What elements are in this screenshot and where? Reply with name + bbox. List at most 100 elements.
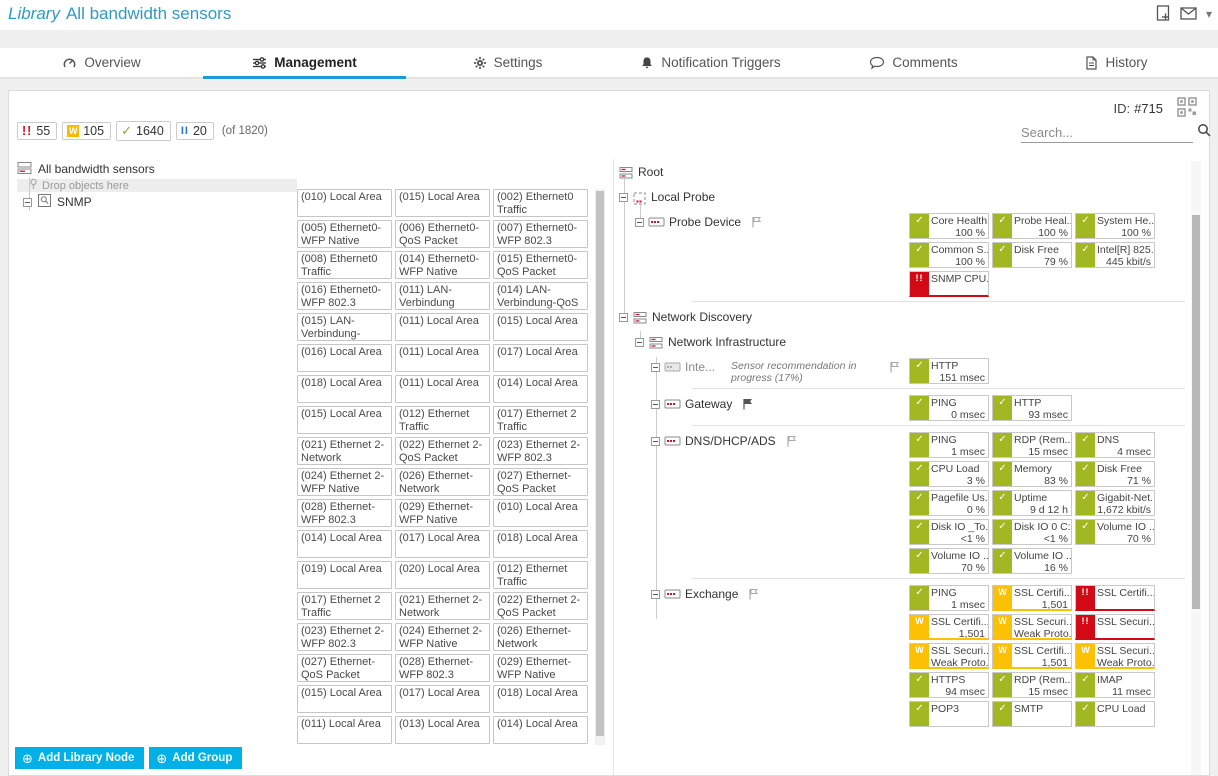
collapse-toggle[interactable] bbox=[23, 198, 32, 207]
library-sensor-tile[interactable]: (023) Ethernet 2-WFP 802.3 bbox=[297, 623, 392, 651]
library-sensor-tile[interactable]: (017) Ethernet 2 Traffic bbox=[297, 592, 392, 620]
sensor-tile[interactable]: ✓CPU Load3 % bbox=[909, 461, 989, 487]
sensor-tile[interactable]: !!SSL Certifi... bbox=[1075, 585, 1155, 611]
badge-up[interactable]: ✓1640 bbox=[116, 121, 171, 141]
library-sensor-tile[interactable]: (014) Local Area bbox=[493, 375, 588, 403]
flag-outline-icon[interactable] bbox=[889, 361, 900, 376]
sensor-tile[interactable]: !!SSL Securi... bbox=[1075, 614, 1155, 640]
library-root-label[interactable]: All bandwidth sensors bbox=[38, 162, 155, 176]
library-sensor-tile[interactable]: (016) Local Area bbox=[297, 344, 392, 372]
sensor-tile[interactable]: !!SNMP CPU... bbox=[909, 271, 989, 297]
tab-management[interactable]: Management bbox=[203, 48, 406, 77]
collapse-toggle[interactable] bbox=[651, 590, 660, 599]
sensor-tile[interactable]: ✓Disk IO _To...<1 % bbox=[909, 519, 989, 545]
flag-filled-icon[interactable] bbox=[742, 398, 753, 413]
tab-settings[interactable]: Settings bbox=[406, 48, 609, 77]
sensor-tile[interactable]: ✓Core Health100 % bbox=[909, 213, 989, 239]
node-label[interactable]: Gateway bbox=[685, 397, 732, 412]
scrollbar-thumb[interactable] bbox=[596, 191, 604, 736]
library-sensor-tile[interactable]: (014) Local Area bbox=[297, 530, 392, 558]
sensor-tile[interactable]: WSSL Certifi...1,501 bbox=[992, 585, 1072, 611]
drop-target-hint[interactable]: Drop objects here bbox=[17, 179, 297, 192]
library-sensor-tile[interactable]: (029) Ethernet-WFP Native bbox=[493, 654, 588, 682]
library-sensor-tile[interactable]: (018) Local Area bbox=[493, 685, 588, 713]
add-object-icon[interactable] bbox=[1156, 5, 1171, 22]
node-label[interactable]: DNS/DHCP/ADS bbox=[685, 434, 776, 449]
library-sensor-tile[interactable]: (011) LAN-Verbindung bbox=[395, 282, 490, 310]
library-sensor-tile[interactable]: (012) Ethernet Traffic bbox=[493, 561, 588, 589]
collapse-toggle[interactable] bbox=[651, 363, 660, 372]
library-sensor-tile[interactable]: (027) Ethernet-QoS Packet bbox=[493, 468, 588, 496]
library-sensor-tile[interactable]: (027) Ethernet-QoS Packet bbox=[297, 654, 392, 682]
sensor-tile[interactable]: ✓Uptime9 d 12 h bbox=[992, 490, 1072, 516]
scrollbar-thumb[interactable] bbox=[1192, 215, 1200, 609]
tab-notification-triggers[interactable]: Notification Triggers bbox=[609, 48, 812, 77]
sensor-tile[interactable]: ✓Volume IO ...70 % bbox=[1075, 519, 1155, 545]
library-sensor-tile[interactable]: (010) Local Area bbox=[493, 499, 588, 527]
library-sensor-tile[interactable]: (026) Ethernet-Network bbox=[395, 468, 490, 496]
library-node-label[interactable]: SNMP bbox=[57, 195, 92, 209]
library-sensor-tile[interactable]: (028) Ethernet-WFP 802.3 bbox=[395, 654, 490, 682]
library-sensor-tile[interactable]: (007) Ethernet0-WFP 802.3 bbox=[493, 220, 588, 248]
library-sensor-tile[interactable]: (014) Ethernet0-WFP Native bbox=[395, 251, 490, 279]
library-sensor-tile[interactable]: (014) Local Area bbox=[493, 716, 588, 744]
library-sensor-tile[interactable]: (015) Local Area bbox=[297, 406, 392, 434]
node-label[interactable]: Probe Device bbox=[669, 215, 741, 230]
library-sensor-tile[interactable]: (021) Ethernet 2-Network bbox=[297, 437, 392, 465]
library-root-row[interactable]: All bandwidth sensors bbox=[17, 161, 297, 177]
library-sensor-tile[interactable]: (006) Ethernet0-QoS Packet bbox=[395, 220, 490, 248]
node-label[interactable]: Inte... bbox=[685, 360, 715, 375]
collapse-toggle[interactable] bbox=[635, 218, 644, 227]
library-sensor-tile[interactable]: (018) Local Area bbox=[493, 530, 588, 558]
library-sensor-tile[interactable]: (014) LAN-Verbindung-QoS bbox=[493, 282, 588, 310]
sensor-tile[interactable]: ✓RDP (Rem...15 msec bbox=[992, 432, 1072, 458]
library-sensor-tile[interactable]: (011) Local Area bbox=[395, 375, 490, 403]
sensor-tile[interactable]: ✓PING0 msec bbox=[909, 395, 989, 421]
library-sensor-tile[interactable]: (024) Ethernet 2-WFP Native bbox=[297, 468, 392, 496]
library-sensor-tile[interactable]: (021) Ethernet 2-Network bbox=[395, 592, 490, 620]
sensor-tile[interactable]: WSSL Securi...Weak Proto... bbox=[992, 614, 1072, 640]
library-sensor-tile[interactable]: (015) Local Area bbox=[297, 685, 392, 713]
library-sensor-tile[interactable]: (015) Ethernet0-QoS Packet bbox=[493, 251, 588, 279]
collapse-toggle[interactable] bbox=[619, 193, 628, 202]
library-sensor-tile[interactable]: (020) Local Area bbox=[395, 561, 490, 589]
flag-outline-icon[interactable] bbox=[751, 216, 762, 231]
library-sensor-tile[interactable]: (017) Local Area bbox=[395, 530, 490, 558]
library-sensor-tile[interactable]: (018) Local Area bbox=[297, 375, 392, 403]
library-sensor-tile[interactable]: (011) Local Area bbox=[395, 344, 490, 372]
collapse-toggle[interactable] bbox=[651, 400, 660, 409]
sensor-tile[interactable]: ✓PING1 msec bbox=[909, 585, 989, 611]
add-group-button[interactable]: ⊕Add Group bbox=[149, 747, 242, 769]
sensor-tile[interactable]: ✓DNS4 msec bbox=[1075, 432, 1155, 458]
library-sensor-tile[interactable]: (017) Local Area bbox=[493, 344, 588, 372]
library-sensor-tile[interactable]: (015) LAN-Verbindung- bbox=[297, 313, 392, 341]
library-sensor-tile[interactable]: (012) Ethernet Traffic bbox=[395, 406, 490, 434]
tile-grid-scrollbar[interactable] bbox=[595, 189, 605, 745]
sensor-tile[interactable]: ✓Disk IO 0 C:<1 % bbox=[992, 519, 1072, 545]
search-icon[interactable] bbox=[1197, 123, 1211, 142]
sensor-tile[interactable]: WSSL Securi...Weak Proto... bbox=[1075, 643, 1155, 669]
collapse-toggle[interactable] bbox=[635, 338, 644, 347]
library-sensor-tile[interactable]: (019) Local Area bbox=[297, 561, 392, 589]
sensor-tile[interactable]: ✓Pagefile Us...0 % bbox=[909, 490, 989, 516]
sensor-tile[interactable]: ✓Intel[R] 825...445 kbit/s bbox=[1075, 242, 1155, 268]
flag-outline-icon[interactable] bbox=[786, 435, 797, 450]
library-sensor-tile[interactable]: (022) Ethernet 2-QoS Packet bbox=[395, 437, 490, 465]
library-sensor-tile[interactable]: (022) Ethernet 2-QoS Packet bbox=[493, 592, 588, 620]
library-sensor-tile[interactable]: (008) Ethernet0 Traffic bbox=[297, 251, 392, 279]
tab-overview[interactable]: Overview bbox=[0, 48, 203, 77]
collapse-toggle[interactable] bbox=[651, 437, 660, 446]
library-sensor-tile[interactable]: (029) Ethernet-WFP Native bbox=[395, 499, 490, 527]
library-sensor-tile[interactable]: (015) Local Area bbox=[493, 313, 588, 341]
flag-outline-icon[interactable] bbox=[748, 588, 759, 603]
library-sensor-tile[interactable]: (011) Local Area bbox=[297, 716, 392, 744]
badge-warning[interactable]: W105 bbox=[62, 122, 111, 140]
sensor-tile[interactable]: WSSL Securi...Weak Proto... bbox=[909, 643, 989, 669]
sensor-tile[interactable]: ✓POP3 bbox=[909, 701, 989, 727]
library-sensor-tile[interactable]: (016) Ethernet0-WFP 802.3 bbox=[297, 282, 392, 310]
tab-comments[interactable]: Comments bbox=[812, 48, 1015, 77]
library-sensor-tile[interactable]: (005) Ethernet0-WFP Native bbox=[297, 220, 392, 248]
sensor-tile[interactable]: WSSL Certifi...1,501 bbox=[992, 643, 1072, 669]
sensor-tile[interactable]: ✓Probe Heal...100 % bbox=[992, 213, 1072, 239]
node-label[interactable]: Exchange bbox=[685, 587, 738, 602]
